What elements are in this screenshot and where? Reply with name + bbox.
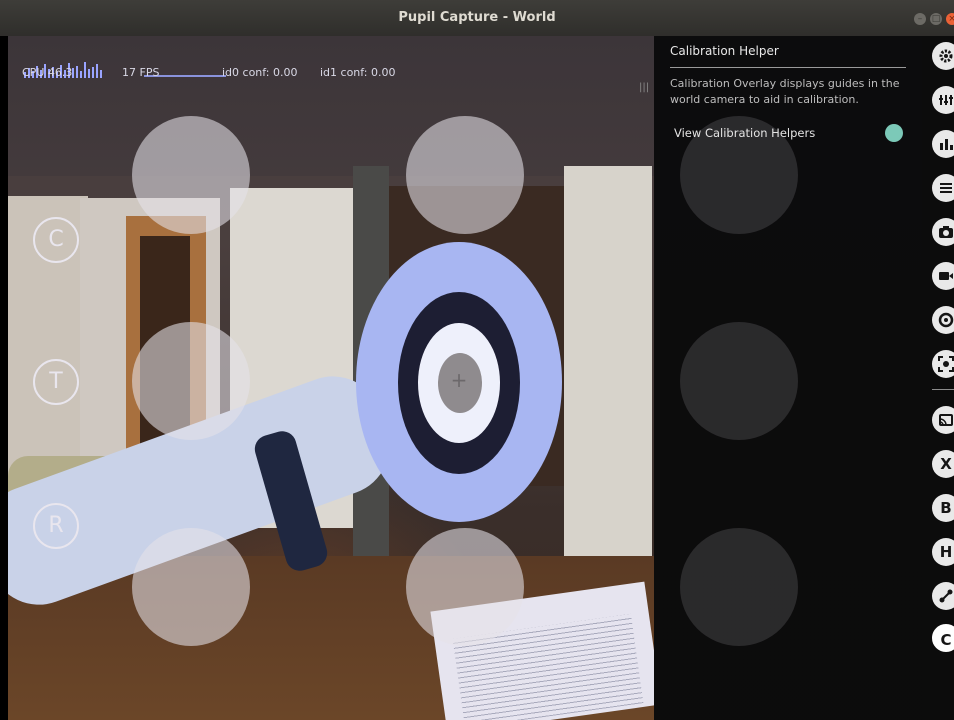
panel-description: Calibration Overlay displays guides in t… — [670, 77, 900, 106]
fps-readout: 17 FPS — [122, 66, 160, 79]
network-icon[interactable] — [932, 582, 954, 610]
calibration-icon[interactable] — [932, 350, 954, 378]
recorder-icon[interactable] — [932, 262, 954, 290]
world-camera-view[interactable]: + C T R ||| — [8, 36, 654, 720]
sidebar-divider — [932, 389, 954, 390]
camera-scene-ceiling — [8, 36, 654, 176]
calibration-marker-crosshair: + — [450, 368, 468, 392]
maximize-button[interactable]: □ — [930, 13, 942, 25]
eye0-confidence: id0 conf: 0.00 — [222, 66, 298, 79]
plugin-manager-icon[interactable] — [932, 174, 954, 202]
plugin-c-button[interactable]: C — [932, 624, 954, 652]
calibration-guide-circle — [132, 116, 250, 234]
calibration-guide-circle — [406, 528, 524, 646]
calibration-guide-circle — [132, 528, 250, 646]
plugin-h-button[interactable]: H — [932, 538, 954, 566]
minimize-button[interactable]: – — [914, 13, 926, 25]
calibrate-button[interactable]: C — [33, 217, 79, 263]
plugin-sidebar: X B H C — [922, 36, 954, 720]
cpu-readout: CPU 46.3 — [22, 66, 73, 79]
settings-icon[interactable] — [932, 42, 954, 70]
eye1-confidence: id1 conf: 0.00 — [320, 66, 396, 79]
calibration-guide-circle — [132, 322, 250, 440]
view-calibration-helpers-toggle[interactable] — [885, 124, 903, 142]
calibration-guide-circle — [680, 322, 798, 440]
panel-title: Calibration Helper — [670, 44, 779, 58]
plugin-x-button[interactable]: X — [932, 450, 954, 478]
capture-settings-icon[interactable] — [932, 86, 954, 114]
record-button[interactable]: R — [33, 503, 79, 549]
panel-divider — [670, 67, 906, 68]
calibration-helper-panel: Calibration Helper Calibration Overlay d… — [654, 36, 922, 196]
close-button[interactable]: × — [946, 13, 954, 25]
system-graphs-icon[interactable] — [932, 130, 954, 158]
panel-resize-grip[interactable]: ||| — [639, 82, 649, 94]
view-calibration-helpers-row[interactable]: View Calibration Helpers — [674, 124, 906, 144]
pupil-detector-icon[interactable] — [932, 306, 954, 334]
calibration-guide-circle — [680, 528, 798, 646]
window-title: Pupil Capture - World — [398, 10, 556, 25]
window-titlebar: Pupil Capture - World – □ × — [0, 0, 954, 36]
screen-cast-icon[interactable] — [932, 406, 954, 434]
world-camera-icon[interactable] — [932, 218, 954, 246]
calibration-guide-circle — [406, 116, 524, 234]
plugin-b-button[interactable]: B — [932, 494, 954, 522]
test-button[interactable]: T — [33, 359, 79, 405]
camera-scene-wall-right — [564, 166, 652, 586]
view-calibration-helpers-label: View Calibration Helpers — [674, 126, 816, 140]
